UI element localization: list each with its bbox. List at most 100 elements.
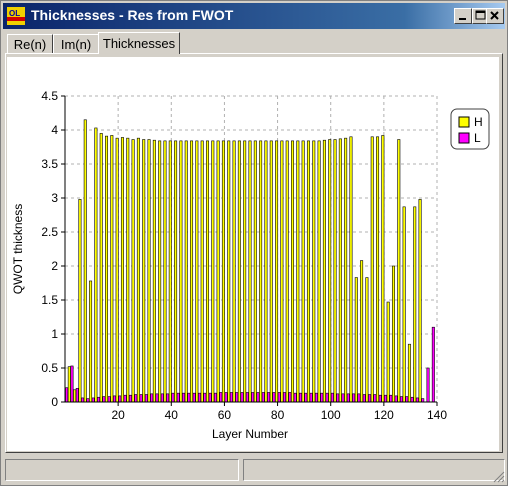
bar-l <box>235 392 239 403</box>
bar-l <box>272 392 276 403</box>
bar-h <box>99 133 103 403</box>
bar-l <box>325 392 329 403</box>
y-tick-label: 4.5 <box>41 89 58 103</box>
tab-label: Thicknesses <box>102 36 176 51</box>
legend-swatch-l <box>458 132 470 144</box>
bar-h <box>211 140 215 403</box>
bar-h <box>78 199 82 403</box>
tab-label: Im(n) <box>60 37 92 52</box>
bar-l <box>150 393 154 403</box>
bar-l <box>240 392 244 403</box>
bar-l <box>267 392 271 403</box>
legend-label-l: L <box>474 131 481 145</box>
legend-label-h: H <box>474 115 483 129</box>
bar-h <box>195 140 199 403</box>
bar-l <box>171 392 175 403</box>
bar-l <box>251 392 255 403</box>
bar-h <box>338 138 342 403</box>
x-tick-label: 60 <box>218 408 232 422</box>
minimize-button[interactable] <box>454 8 472 24</box>
y-tick-label: 2.5 <box>41 225 58 239</box>
y-axis-ticks: 0 0.5 1 1.5 2 2.5 3 3.5 4 4.5 <box>41 89 65 409</box>
bar-l <box>384 394 388 403</box>
bar-h <box>370 136 374 403</box>
bar-l <box>139 394 143 403</box>
close-button[interactable] <box>486 8 504 24</box>
resize-grip-icon[interactable] <box>493 471 505 483</box>
bar-h <box>221 140 225 403</box>
bar-h <box>354 277 358 403</box>
bar-h <box>115 137 119 403</box>
bar-l <box>357 393 361 403</box>
bar-h <box>227 140 231 403</box>
bar-h <box>105 135 109 403</box>
bar-h <box>83 119 87 403</box>
bar-l <box>362 394 366 403</box>
x-tick-label: 20 <box>111 408 125 422</box>
bar-h <box>73 389 77 403</box>
bar-h <box>413 206 417 403</box>
bar-l <box>128 394 132 403</box>
x-tick-label: 100 <box>321 408 341 422</box>
bar-h <box>360 260 364 403</box>
bar-l <box>394 395 398 403</box>
title-bar[interactable]: OL Thicknesses - Res from FWOT <box>3 3 505 29</box>
bar-l <box>123 394 127 403</box>
bar-l <box>336 393 340 403</box>
bar-h <box>179 140 183 403</box>
bar-l <box>155 393 159 403</box>
bar-h <box>306 140 310 403</box>
bar-h <box>200 140 204 403</box>
bar-h <box>397 139 401 403</box>
bar-h <box>205 140 209 403</box>
bar-h <box>333 139 337 403</box>
bar-l <box>341 393 345 403</box>
bar-h <box>381 135 385 403</box>
bar-l <box>410 396 414 403</box>
x-tick-label: 80 <box>271 408 285 422</box>
bar-l <box>187 392 191 403</box>
tab-im-n[interactable]: Im(n) <box>53 34 99 53</box>
minimize-icon <box>459 18 466 20</box>
status-pane-right <box>243 459 505 481</box>
bar-h <box>418 199 422 403</box>
bar-h <box>152 139 156 403</box>
bar-l <box>378 394 382 403</box>
bar-l <box>373 394 377 403</box>
bar-l <box>283 392 287 403</box>
tab-thicknesses[interactable]: Thicknesses <box>98 32 180 54</box>
x-tick-label: 140 <box>427 408 447 422</box>
chart-bars <box>65 119 435 403</box>
tab-label: Re(n) <box>13 37 47 52</box>
bar-h <box>264 140 268 403</box>
bar-h <box>301 140 305 403</box>
tab-strip: Re(n) Im(n) Thicknesses <box>5 32 505 54</box>
bar-h <box>136 137 140 403</box>
bar-l <box>421 398 425 403</box>
bar-l <box>431 326 435 403</box>
bar-h <box>376 136 380 403</box>
bar-l <box>134 394 138 403</box>
bar-l <box>70 365 74 403</box>
legend-box <box>450 108 490 150</box>
bar-l <box>75 388 79 403</box>
bar-l <box>288 392 292 403</box>
bar-l <box>330 392 334 403</box>
bar-h <box>248 140 252 403</box>
bar-l <box>224 392 228 403</box>
bar-l <box>160 393 164 403</box>
bar-h <box>131 139 135 403</box>
bar-h <box>147 139 151 403</box>
x-tick-label: 120 <box>374 408 394 422</box>
tab-re-n[interactable]: Re(n) <box>7 34 53 53</box>
bar-l <box>213 392 217 403</box>
bar-h <box>317 140 321 403</box>
svg-text:OL: OL <box>9 9 20 18</box>
bar-h <box>322 139 326 403</box>
bar-h <box>243 140 247 403</box>
y-axis-label: QWOT thickness <box>11 204 25 294</box>
bar-l <box>65 387 69 403</box>
y-tick-label: 1 <box>51 327 58 341</box>
bar-l <box>102 396 106 403</box>
bar-h <box>291 140 295 403</box>
